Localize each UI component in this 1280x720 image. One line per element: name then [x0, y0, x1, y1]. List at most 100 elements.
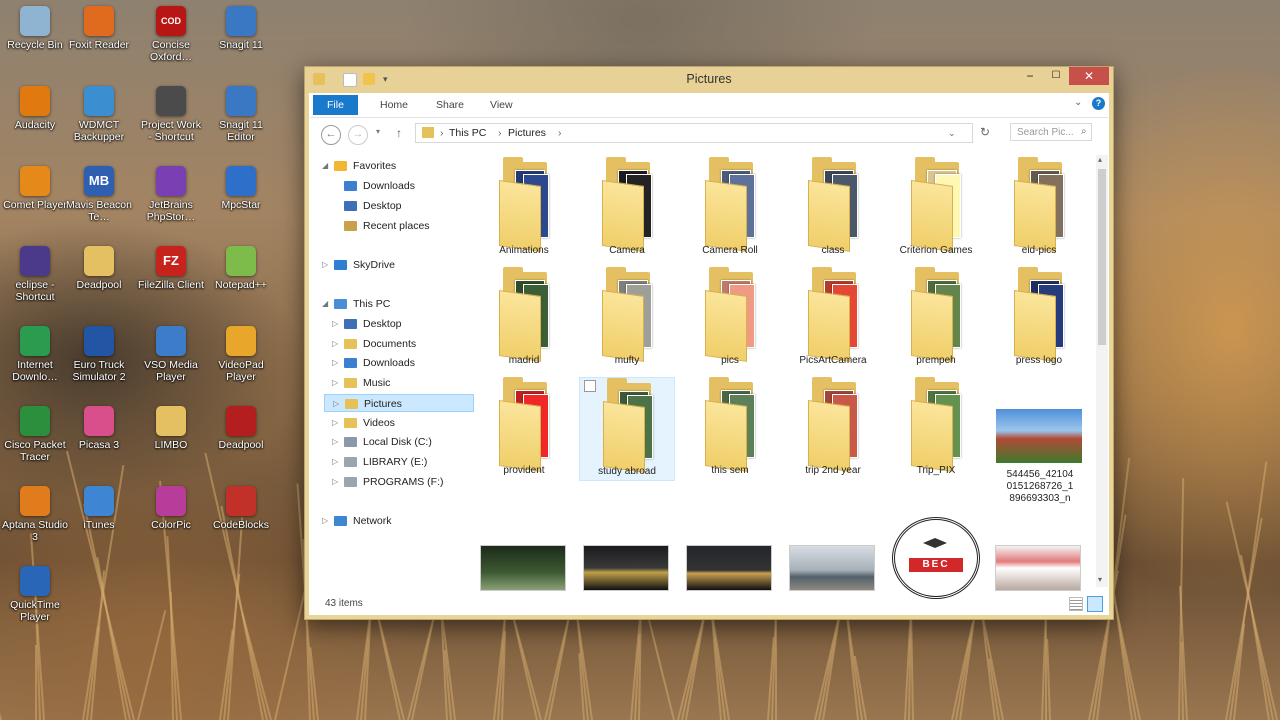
- breadcrumb-pictures[interactable]: Pictures: [508, 124, 546, 142]
- folder-item[interactable]: prempeh: [888, 267, 984, 371]
- nav-item-programs-f[interactable]: ▷ PROGRAMS (F:): [324, 473, 474, 491]
- nav-item-music[interactable]: ▷ Music: [324, 374, 474, 392]
- nav-item-desktop[interactable]: Desktop: [324, 197, 474, 215]
- nav-item-downloads[interactable]: ▷ Downloads: [324, 354, 474, 372]
- large-icons-view-icon[interactable]: [1087, 596, 1103, 612]
- scroll-down-icon[interactable]: ▾: [1098, 575, 1102, 584]
- folder-item[interactable]: press logo: [991, 267, 1087, 371]
- folder-item[interactable]: PicsArtCamera: [785, 267, 881, 371]
- image-thumbnail-building[interactable]: [789, 545, 875, 591]
- tab-share[interactable]: Share: [426, 95, 474, 115]
- desktop-icon[interactable]: FZ FileZilla Client: [138, 246, 204, 291]
- desktop-icon[interactable]: VideoPad Player: [208, 326, 274, 383]
- expand-ribbon-icon[interactable]: ⌄: [1074, 97, 1082, 108]
- expand-icon[interactable]: ▷: [332, 473, 338, 491]
- desktop-icon[interactable]: Deadpool: [66, 246, 132, 291]
- desktop-icon[interactable]: WDMCT Backupper: [66, 86, 132, 143]
- collapse-icon[interactable]: ◢: [322, 157, 328, 175]
- desktop-icon[interactable]: eclipse - Shortcut: [2, 246, 68, 303]
- image-thumbnail-document[interactable]: [995, 545, 1081, 591]
- folder-item[interactable]: pics: [682, 267, 778, 371]
- nav-item-local-disk-c[interactable]: ▷ Local Disk (C:): [324, 433, 474, 451]
- desktop-icon[interactable]: MB Mavis Beacon Te…: [66, 166, 132, 223]
- desktop-icon[interactable]: Aptana Studio 3: [2, 486, 68, 543]
- folder-item[interactable]: Animations: [476, 157, 572, 261]
- search-input[interactable]: Search Pic...: [1010, 123, 1092, 141]
- nav-item-desktop[interactable]: ▷ Desktop: [324, 315, 474, 333]
- details-view-icon[interactable]: [1069, 597, 1083, 611]
- desktop-icon[interactable]: VSO Media Player: [138, 326, 204, 383]
- folder-item[interactable]: Criterion Games: [888, 157, 984, 261]
- expand-icon[interactable]: ▷: [332, 414, 338, 432]
- desktop-icon[interactable]: ColorPic: [138, 486, 204, 531]
- nav-item-pictures[interactable]: ▷ Pictures: [324, 393, 474, 412]
- folder-item[interactable]: Camera: [579, 157, 675, 261]
- selection-checkbox[interactable]: [584, 380, 596, 392]
- bec-logo-thumbnail[interactable]: BEC: [892, 517, 980, 599]
- desktop-icon[interactable]: Project Work - Shortcut: [138, 86, 204, 143]
- scroll-up-icon[interactable]: ▴: [1098, 155, 1102, 164]
- desktop-icon[interactable]: Snagit 11 Editor: [208, 86, 274, 143]
- desktop-icon[interactable]: Snagit 11: [208, 6, 274, 51]
- expand-icon[interactable]: ▷: [322, 512, 328, 530]
- tab-home[interactable]: Home: [370, 95, 418, 115]
- desktop-icon[interactable]: Foxit Reader: [66, 6, 132, 51]
- desktop-icon[interactable]: Deadpool: [208, 406, 274, 451]
- desktop-icon[interactable]: CodeBlocks: [208, 486, 274, 531]
- nav-item-downloads[interactable]: Downloads: [324, 177, 474, 195]
- vertical-scrollbar[interactable]: ▴ ▾: [1096, 155, 1108, 587]
- image-thumbnail-evening[interactable]: [686, 545, 772, 591]
- help-icon[interactable]: ?: [1092, 97, 1105, 110]
- desktop-icon[interactable]: COD Concise Oxford…: [138, 6, 204, 63]
- desktop-icon[interactable]: Cisco Packet Tracer: [2, 406, 68, 463]
- desktop-icon[interactable]: Notepad++: [208, 246, 274, 291]
- scroll-thumb[interactable]: [1098, 169, 1106, 345]
- desktop-icon[interactable]: QuickTime Player: [2, 566, 68, 623]
- nav-item-this-pc[interactable]: ◢ This PC: [314, 295, 464, 313]
- desktop-icon[interactable]: Euro Truck Simulator 2: [66, 326, 132, 383]
- image-thumbnail-night[interactable]: [583, 545, 669, 591]
- expand-icon[interactable]: ▷: [332, 453, 338, 471]
- folder-item[interactable]: eid-pics: [991, 157, 1087, 261]
- desktop-icon[interactable]: JetBrains PhpStor…: [138, 166, 204, 223]
- desktop-icon[interactable]: MpcStar: [208, 166, 274, 211]
- folder-item[interactable]: study abroad: [579, 377, 675, 481]
- nav-item-favorites[interactable]: ◢ Favorites: [314, 157, 464, 175]
- desktop-icon[interactable]: Internet Downlo…: [2, 326, 68, 383]
- expand-icon[interactable]: ▷: [332, 433, 338, 451]
- folder-item[interactable]: madrid: [476, 267, 572, 371]
- nav-item-skydrive[interactable]: ▷ SkyDrive: [314, 256, 464, 274]
- expand-icon[interactable]: ▷: [322, 256, 328, 274]
- tab-file[interactable]: File: [313, 95, 358, 115]
- address-dropdown-icon[interactable]: ⌄: [948, 124, 956, 142]
- folder-item[interactable]: this sem: [682, 377, 778, 481]
- expand-icon[interactable]: ▷: [332, 374, 338, 392]
- recent-locations-icon[interactable]: ▾: [376, 127, 380, 136]
- folder-item[interactable]: mufty: [579, 267, 675, 371]
- desktop-icon[interactable]: Audacity: [2, 86, 68, 131]
- folder-item[interactable]: trip 2nd year: [785, 377, 881, 481]
- nav-item-documents[interactable]: ▷ Documents: [324, 335, 474, 353]
- maximize-button[interactable]: ☐: [1043, 67, 1069, 85]
- expand-icon[interactable]: ▷: [332, 354, 338, 372]
- desktop-icon[interactable]: Recycle Bin: [2, 6, 68, 51]
- nav-item-recent-places[interactable]: Recent places: [324, 217, 474, 235]
- nav-item-videos[interactable]: ▷ Videos: [324, 414, 474, 432]
- image-file-item[interactable]: 544456_421040151268726_1896693303_n: [991, 379, 1087, 519]
- close-button[interactable]: ✕: [1069, 67, 1109, 85]
- collapse-icon[interactable]: ◢: [322, 295, 328, 313]
- desktop-icon[interactable]: Comet Player: [2, 166, 68, 211]
- breadcrumb-this-pc[interactable]: This PC: [449, 124, 486, 142]
- up-button[interactable]: ↑: [396, 126, 402, 140]
- nav-item-network[interactable]: ▷ Network: [314, 512, 464, 530]
- minimize-button[interactable]: −: [1017, 67, 1043, 85]
- expand-icon[interactable]: ▷: [332, 335, 338, 353]
- desktop-icon[interactable]: iTunes: [66, 486, 132, 531]
- nav-item-library-e[interactable]: ▷ LIBRARY (E:): [324, 453, 474, 471]
- desktop-icon[interactable]: LIMBO: [138, 406, 204, 451]
- title-bar[interactable]: ▾ Pictures − ☐ ✕: [305, 67, 1113, 93]
- folder-item[interactable]: Camera Roll: [682, 157, 778, 261]
- forward-button[interactable]: →: [348, 125, 368, 145]
- desktop-icon[interactable]: Picasa 3: [66, 406, 132, 451]
- folder-item[interactable]: Trip_PIX: [888, 377, 984, 481]
